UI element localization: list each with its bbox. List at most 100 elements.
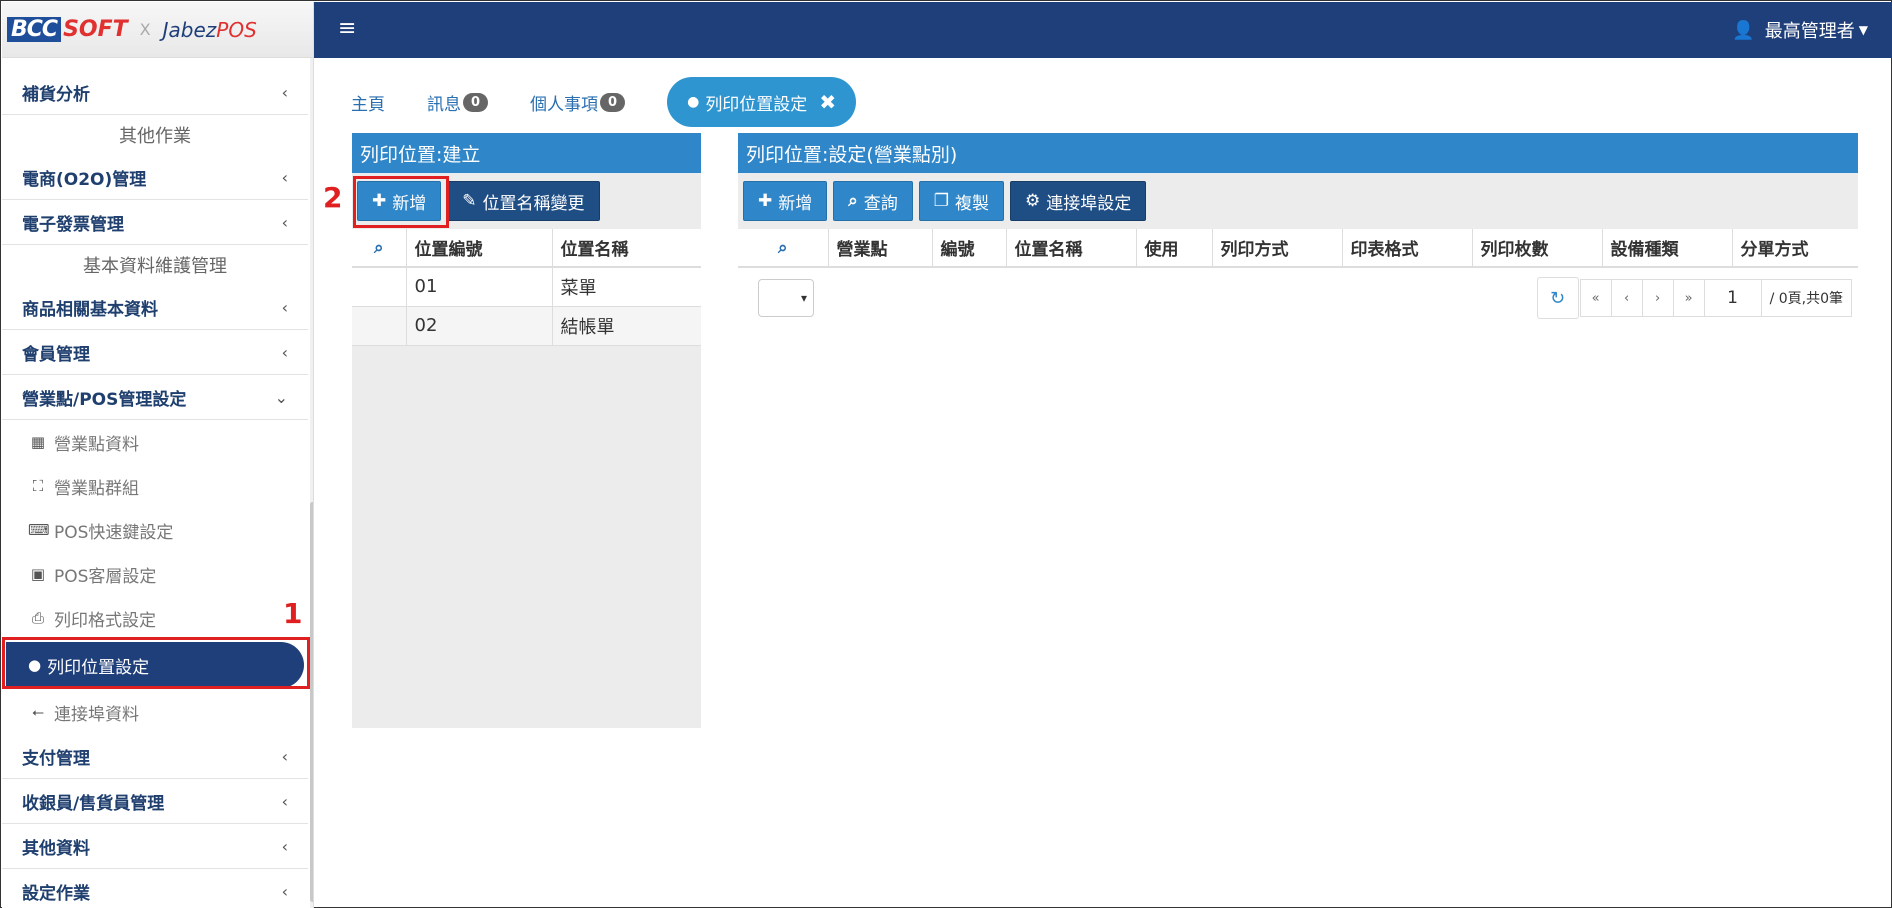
sidebar-subitem-label: 營業點群組 bbox=[54, 478, 139, 499]
search-icon: ⌕ bbox=[848, 191, 858, 211]
chevron-left-icon: ‹ bbox=[281, 342, 288, 362]
chevron-left-icon: ‹ bbox=[281, 82, 288, 102]
sidebar-item-store-pos[interactable]: 營業點/POS管理設定 ⌄ bbox=[2, 375, 308, 420]
logo-separator: X bbox=[139, 20, 151, 39]
first-page-button[interactable]: « bbox=[1579, 279, 1612, 317]
tab-messages[interactable]: 訊息 0 bbox=[427, 90, 489, 115]
sidebar-item-members[interactable]: 會員管理 ‹ bbox=[2, 330, 308, 375]
column-header[interactable]: 編號 bbox=[931, 229, 1006, 268]
printer-icon: ⎙ bbox=[31, 609, 44, 627]
hamburger-menu-icon[interactable]: ≡ bbox=[338, 16, 356, 41]
caret-down-icon: ▼ bbox=[1858, 23, 1868, 37]
row-selector[interactable] bbox=[352, 267, 406, 307]
button-label: 複製 bbox=[955, 193, 990, 214]
sidebar-item-payment[interactable]: 支付管理 ‹ bbox=[2, 734, 308, 779]
location-table: ⌕ 位置編號 位置名稱 01 菜單 02 結帳單 bbox=[352, 229, 701, 346]
user-menu[interactable]: 👤 最高管理者 ▼ bbox=[1732, 17, 1868, 43]
last-page-button[interactable]: » bbox=[1672, 279, 1705, 317]
step-number-1: 1 bbox=[283, 597, 303, 630]
column-header[interactable]: 印表格式 bbox=[1341, 229, 1472, 268]
tab-label: 主頁 bbox=[351, 94, 385, 115]
sidebar-item-label: 電子發票管理 bbox=[22, 214, 124, 235]
prev-page-button[interactable]: ‹ bbox=[1610, 279, 1643, 317]
button-label: 新增 bbox=[778, 193, 813, 214]
tab-print-location[interactable]: ● 列印位置設定 ✖ bbox=[667, 77, 857, 127]
column-header[interactable]: 列印方式 bbox=[1211, 229, 1342, 268]
tab-home[interactable]: 主頁 bbox=[351, 90, 385, 115]
sidebar-item-cashier[interactable]: 收銀員/售貨員管理 ‹ bbox=[2, 779, 308, 824]
button-label: 查詢 bbox=[863, 193, 898, 214]
chevron-left-icon: ‹ bbox=[281, 746, 288, 766]
gear-icon: ⚙ bbox=[1025, 191, 1041, 211]
sidebar-subitem-print-format[interactable]: ⎙ 列印格式設定 bbox=[2, 596, 308, 640]
user-name: 最高管理者 bbox=[1764, 21, 1855, 42]
tab-label: 列印位置設定 bbox=[705, 94, 808, 115]
sidebar-item-replenish[interactable]: 補貨分析 ‹ bbox=[2, 70, 308, 115]
chevron-left-icon: ‹ bbox=[281, 297, 288, 317]
sidebar-subitem-label: 營業點資料 bbox=[54, 434, 139, 455]
logo-jabez: Jabez bbox=[162, 17, 217, 42]
copy-button[interactable]: ❐ 複製 bbox=[918, 181, 1005, 221]
chevron-left-icon: ‹ bbox=[281, 212, 288, 232]
column-header[interactable]: 列印枚數 bbox=[1471, 229, 1602, 268]
sidebar-item-label: 商品相關基本資料 bbox=[22, 299, 158, 320]
sidebar-subitem-store-data[interactable]: ▦ 營業點資料 bbox=[2, 420, 308, 464]
building-icon: ▦ bbox=[30, 433, 46, 451]
logo-bcc: BCC bbox=[7, 17, 62, 42]
next-page-button[interactable]: › bbox=[1641, 279, 1674, 317]
tab-label: 個人事項 bbox=[530, 94, 599, 115]
button-label: 位置名稱變更 bbox=[482, 193, 585, 214]
search-icon[interactable]: ⌕ bbox=[352, 229, 406, 268]
chevron-left-icon: ‹ bbox=[281, 836, 288, 856]
sidebar-item-other-data[interactable]: 其他資料 ‹ bbox=[2, 824, 308, 869]
panel-title: 列印位置:建立 bbox=[352, 133, 701, 173]
cell-code: 01 bbox=[405, 267, 552, 307]
rename-location-button[interactable]: ✎ 位置名稱變更 bbox=[447, 181, 600, 221]
highlight-box-step2 bbox=[353, 176, 449, 228]
sidebar-item-label: 其他資料 bbox=[22, 838, 90, 859]
row-selector[interactable] bbox=[352, 306, 406, 346]
keyboard-icon: ⌨ bbox=[28, 521, 50, 539]
search-icon[interactable]: ⌕ bbox=[738, 229, 828, 268]
sidebar: BCC SOFT X Jabez POS 補貨分析 ‹ 其他作業 電商(O2O)管理… bbox=[2, 2, 314, 908]
user-icon: 👤 bbox=[1732, 19, 1755, 41]
sidebar-subitem-label: 連接埠資料 bbox=[54, 704, 139, 725]
sidebar-item-settings[interactable]: 設定作業 ‹ bbox=[2, 869, 308, 908]
column-header[interactable]: 位置名稱 bbox=[1005, 229, 1136, 268]
port-settings-button[interactable]: ⚙ 連接埠設定 bbox=[1010, 181, 1147, 221]
sidebar-item-ecommerce[interactable]: 電商(O2O)管理 ‹ bbox=[2, 155, 308, 200]
table-row[interactable]: 02 結帳單 bbox=[352, 306, 701, 346]
chevron-left-icon: ‹ bbox=[281, 881, 288, 901]
id-card-icon: ▣ bbox=[30, 565, 46, 583]
column-header[interactable]: 位置編號 bbox=[405, 229, 552, 268]
sidebar-item-label: 補貨分析 bbox=[22, 84, 90, 105]
page-number-input[interactable]: 1 bbox=[1703, 279, 1762, 317]
table-row[interactable]: 01 菜單 bbox=[352, 267, 701, 307]
cell-code: 02 bbox=[405, 306, 552, 346]
sidebar-section-header: 其他作業 bbox=[119, 126, 191, 147]
column-header[interactable]: 使用 bbox=[1135, 229, 1212, 268]
close-icon[interactable]: ✖ bbox=[819, 90, 836, 114]
sidebar-subitem-port-data[interactable]: ⭠ 連接埠資料 bbox=[2, 690, 308, 734]
sidebar-item-einvoice[interactable]: 電子發票管理 ‹ bbox=[2, 200, 308, 245]
app-window: BCC SOFT X Jabez POS 補貨分析 ‹ 其他作業 電商(O2O)管理… bbox=[0, 0, 1892, 908]
column-header[interactable]: 位置名稱 bbox=[551, 229, 701, 268]
sidebar-scrollbar-thumb[interactable] bbox=[310, 502, 313, 902]
sidebar-subitem-pos-customer[interactable]: ▣ POS客層設定 bbox=[2, 552, 308, 596]
refresh-icon[interactable]: ↻ bbox=[1536, 277, 1579, 319]
cell-name: 結帳單 bbox=[551, 306, 701, 346]
add-setting-button[interactable]: ✚ 新增 bbox=[743, 181, 828, 221]
column-header[interactable]: 營業點 bbox=[827, 229, 932, 268]
query-button[interactable]: ⌕ 查詢 bbox=[833, 181, 913, 221]
tab-personal[interactable]: 個人事項 0 bbox=[530, 90, 626, 115]
sidebar-item-label: 會員管理 bbox=[22, 344, 90, 365]
page-size-select[interactable]: ▾ bbox=[758, 279, 814, 317]
column-header[interactable]: 設備種類 bbox=[1601, 229, 1732, 268]
sidebar-subitem-pos-hotkey[interactable]: ⌨ POS快速鍵設定 bbox=[2, 508, 308, 552]
sidebar-item-products[interactable]: 商品相關基本資料 ‹ bbox=[2, 285, 308, 330]
sidebar-subitem-store-group[interactable]: ⛶ 營業點群組 bbox=[2, 464, 308, 508]
settings-table: ⌕ 營業點 編號 位置名稱 使用 列印方式 印表格式 列印枚數 設備種類 分單方… bbox=[738, 229, 1858, 268]
usb-icon: ⭠ bbox=[31, 703, 44, 721]
column-header[interactable]: 分單方式 bbox=[1731, 229, 1858, 268]
step-number-2: 2 bbox=[323, 181, 343, 214]
